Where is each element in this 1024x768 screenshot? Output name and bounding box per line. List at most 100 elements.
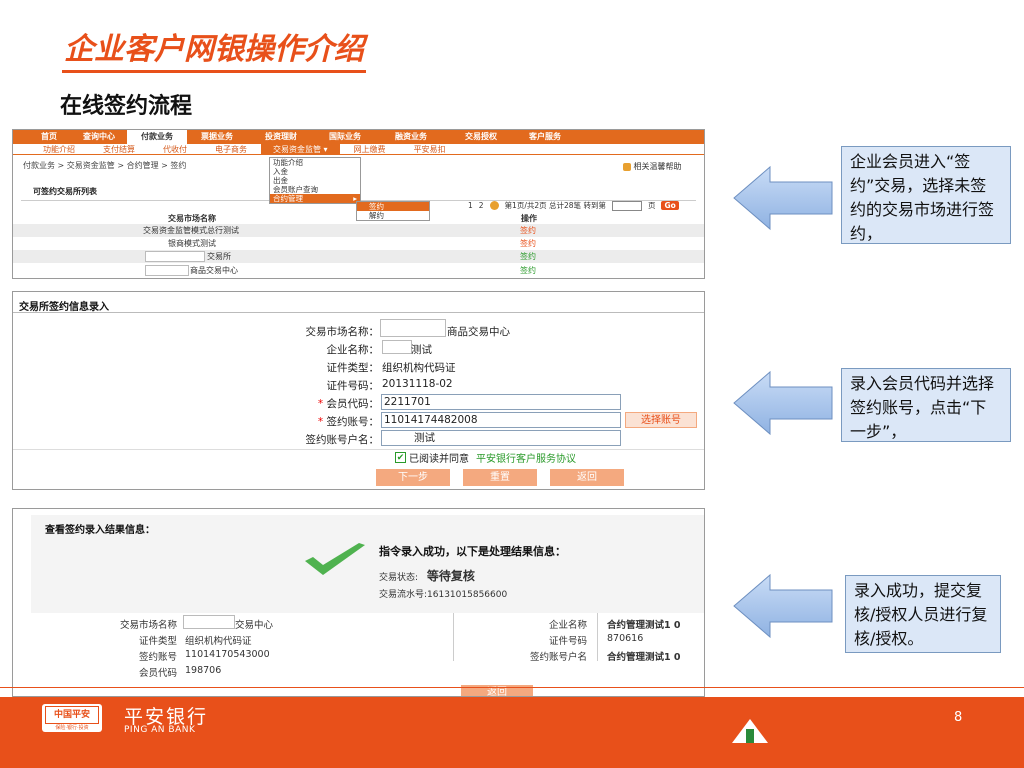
help-icon <box>623 162 631 171</box>
subnav-settlement[interactable]: 支付结算 <box>89 144 149 154</box>
screenshot-sign-result: 查看签约录入结果信息： 指令录入成功，以下是处理结果信息： 交易状态: 等待复核… <box>12 508 705 697</box>
sub-nav: 功能介绍 支付结算 代收付 电子商务 交易资金监管 ▾ 网上缴费 平安易扣 <box>13 144 704 155</box>
sign-link[interactable]: 签约 <box>520 237 536 250</box>
id-type-label: 证件类型 <box>138 636 177 647</box>
form-divider <box>13 449 704 450</box>
menu-item-sign[interactable]: 签约 <box>357 202 429 211</box>
nav-service[interactable]: 客户服务 <box>515 130 575 144</box>
page-1-link[interactable]: 1 <box>468 201 473 210</box>
nav-query[interactable]: 查询中心 <box>71 130 127 144</box>
subnav-ecommerce[interactable]: 电子商务 <box>201 144 261 154</box>
redaction-box <box>145 265 189 276</box>
nav-home[interactable]: 首页 <box>13 130 71 144</box>
fund-supervision-menu: 功能介绍 入金 出金 会员账户查询 合约管理 ▸ <box>269 157 361 204</box>
select-account-button[interactable]: 选择账号 <box>625 412 697 428</box>
page-2-link[interactable]: 2 <box>479 201 484 210</box>
account-value: 11014170543000 <box>185 649 270 660</box>
badge-subtext: 保险·银行·投资 <box>55 725 89 731</box>
id-number-value: 20131118-02 <box>382 378 453 390</box>
redaction-box <box>145 251 205 262</box>
account-input[interactable]: 11014174482008 <box>381 412 621 428</box>
nav-auth[interactable]: 交易授权 <box>447 130 515 144</box>
table-row: 商品交易中心 签约 <box>13 264 704 277</box>
sign-link[interactable]: 签约 <box>520 250 536 263</box>
id-type-value: 组织机构代码证 <box>382 362 456 374</box>
menu-item-intro[interactable]: 功能介绍 <box>270 158 360 167</box>
heading-divider <box>13 312 704 313</box>
table-row: 银商模式测试 签约 <box>13 237 704 250</box>
id-type-value: 组织机构代码证 <box>185 636 252 647</box>
pingan-logo-icon <box>732 719 768 743</box>
screenshot-sign-form: 交易所签约信息录入 交易市场名称： 商品交易中心 企业名称： 测试 证件类型： … <box>12 291 705 490</box>
page-unit: 页 <box>647 201 656 210</box>
pingan-badge: 中国平安 保险·银行·投资 <box>42 704 102 732</box>
status-row: 交易状态: 等待复核 <box>379 567 475 584</box>
agree-text: 已阅读并同意 <box>409 454 469 465</box>
serial-number: 交易流水号:16131015856600 <box>379 590 508 600</box>
agree-row: ✔ 已阅读并同意 平安银行客户服务协议 <box>395 450 576 465</box>
agreement-link[interactable]: 平安银行客户服务协议 <box>476 450 576 465</box>
required-star: * <box>317 416 324 428</box>
badge-text: 中国平安 <box>45 706 99 724</box>
help-link[interactable]: 相关温馨帮助 <box>623 161 682 172</box>
nav-bills[interactable]: 票据业务 <box>187 130 247 144</box>
menu-item-deposit[interactable]: 入金 <box>270 167 360 176</box>
member-code-label: * 会员代码： <box>317 398 379 410</box>
check-mark-icon <box>305 543 365 575</box>
subnav-easy-deduct[interactable]: 平安易扣 <box>400 144 460 154</box>
company-label: 企业名称： <box>326 344 380 356</box>
menu-item-account-query[interactable]: 会员账户查询 <box>270 185 360 194</box>
menu-item-contract[interactable]: 合约管理 ▸ <box>270 194 360 203</box>
breadcrumb: 付款业务 > 交易资金监管 > 合约管理 > 签约 <box>23 161 187 170</box>
callout-step3: 录入成功，提交复核/授权人员进行复核/授权。 <box>845 575 1001 653</box>
holder-input[interactable]: 测试 <box>381 430 621 446</box>
page-number: 8 <box>954 710 963 725</box>
subnav-collect[interactable]: 代收付 <box>149 144 201 154</box>
redaction-box <box>384 432 414 444</box>
account-label: * 签约账号： <box>317 416 379 428</box>
market-value: 商品交易中心 <box>447 326 510 338</box>
redaction-box <box>380 319 446 337</box>
table-row: 交易资金监管模式总行测试 签约 <box>13 224 704 237</box>
required-star: * <box>317 398 324 410</box>
section-title: 可签约交易所列表 <box>33 187 97 196</box>
col-divider <box>597 613 598 661</box>
arrow-left-icon <box>733 370 833 436</box>
market-name: 银商模式测试 <box>168 239 216 248</box>
subnav-fund-supervision[interactable]: 交易资金监管 ▾ <box>261 144 340 154</box>
reset-button[interactable]: 重置 <box>463 469 537 486</box>
sign-link[interactable]: 签约 <box>520 264 536 277</box>
nav-intl[interactable]: 国际业务 <box>315 130 375 144</box>
arrow-left-icon <box>733 165 833 231</box>
nav-finance[interactable]: 融资业务 <box>375 130 447 144</box>
callout-step1: 企业会员进入“签约”交易，选择未签约的交易市场进行签约， <box>841 146 1011 244</box>
member-code-value: 198706 <box>185 665 222 676</box>
menu-item-withdraw[interactable]: 出金 <box>270 176 360 185</box>
market-name: 交易资金监管模式总行测试 <box>143 226 239 235</box>
bank-name-en: PING AN BANK <box>124 725 196 735</box>
nav-invest[interactable]: 投资理财 <box>247 130 315 144</box>
footer-line <box>0 687 1024 688</box>
contract-submenu: 签约 解约 <box>356 201 430 221</box>
top-nav: 首页 查询中心 付款业务 票据业务 投资理财 国际业务 融资业务 交易授权 客户… <box>13 130 704 144</box>
page-jump-input[interactable] <box>611 200 642 211</box>
slide-title: 企业客户网银操作介绍 <box>62 30 366 73</box>
page-info: 第1页/共2页 总计28笔 转到第 <box>504 201 606 210</box>
subnav-intro[interactable]: 功能介绍 <box>13 144 89 154</box>
callout-step2: 录入会员代码并选择签约账号，点击“下一步”， <box>841 368 1011 442</box>
status-label: 交易状态: <box>379 573 419 583</box>
next-step-button[interactable]: 下一步 <box>376 469 450 486</box>
holder-value: 合约管理测试1 0 <box>607 652 681 663</box>
sign-link[interactable]: 签约 <box>520 224 536 237</box>
member-code-input[interactable]: 2211701 <box>381 394 621 410</box>
arrow-left-icon <box>733 573 833 639</box>
back-button[interactable]: 返回 <box>550 469 624 486</box>
subnav-fee[interactable]: 网上缴费 <box>340 144 400 154</box>
holder-label: 签约账号户名 <box>529 652 587 663</box>
id-number-value: 870616 <box>607 633 644 644</box>
go-button[interactable]: Go <box>661 201 679 210</box>
nav-payment[interactable]: 付款业务 <box>127 130 187 144</box>
menu-item-cancel[interactable]: 解约 <box>357 211 429 220</box>
next-page-icon[interactable] <box>489 201 499 210</box>
agree-checkbox[interactable]: ✔ <box>395 452 406 463</box>
